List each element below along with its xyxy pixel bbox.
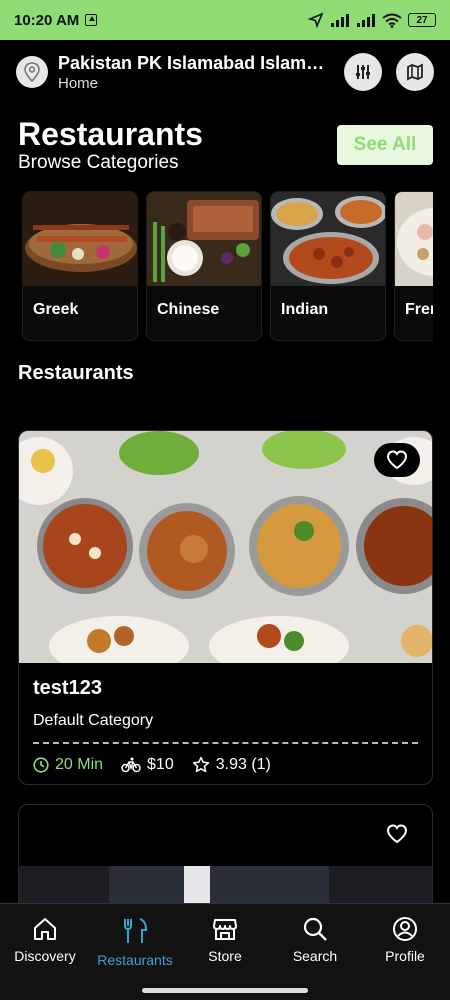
nav-label: Discovery: [14, 948, 76, 964]
restaurant-info: test123 Default Category 20 Min $10 3.93…: [19, 663, 432, 784]
home-icon: [34, 918, 56, 940]
restaurants-heading: Restaurants: [18, 362, 134, 384]
page-subtitle: Browse Categories: [18, 152, 179, 173]
nav-label: Restaurants: [97, 952, 173, 968]
french-food-image: [395, 192, 433, 286]
nav-label: Store: [208, 948, 242, 964]
location-header: Pakistan PK Islamabad Islamabad Capital …: [0, 44, 450, 100]
signal-icon-2: [357, 14, 375, 27]
fork-knife-icon: [124, 918, 148, 943]
category-label: Greek: [33, 301, 79, 318]
category-card-chinese[interactable]: Chinese: [146, 191, 262, 341]
category-label: French: [405, 301, 433, 318]
sliders-icon: [356, 65, 370, 79]
rating: 3.93 (1): [192, 756, 271, 774]
map-icon: [407, 63, 423, 81]
delivery-fee-text: $10: [147, 756, 174, 773]
map-button[interactable]: [396, 53, 434, 91]
location-subtitle: Home: [58, 74, 99, 92]
category-card-french[interactable]: French: [394, 191, 433, 341]
status-bar: 10:20 AM 27: [0, 0, 450, 40]
heart-icon: [386, 450, 408, 470]
filter-button[interactable]: [344, 53, 382, 91]
status-time: 10:20 AM: [14, 11, 80, 29]
restaurant-name: test123: [33, 677, 102, 699]
category-label: Chinese: [157, 301, 220, 318]
divider: [33, 742, 418, 744]
store-icon: [213, 919, 237, 940]
restaurant-meta: 20 Min $10 3.93 (1): [33, 756, 418, 774]
category-card-indian[interactable]: Indian: [270, 191, 386, 341]
indian-food-image: [271, 192, 385, 286]
page-title: Restaurants: [18, 116, 203, 152]
upload-notification-icon: [85, 14, 98, 26]
restaurant-card[interactable]: test123 Default Category 20 Min $10 3.93…: [18, 430, 433, 785]
location-info[interactable]: Pakistan PK Islamabad Islamabad Capital …: [58, 52, 333, 92]
home-indicator[interactable]: [142, 988, 308, 993]
delivery-fee: $10: [121, 756, 174, 774]
favorite-button[interactable]: [374, 817, 420, 851]
signal-icon: [331, 14, 349, 27]
location-arrow-icon: [308, 12, 324, 28]
nav-store[interactable]: Store: [180, 916, 270, 968]
restaurant-image: [19, 866, 432, 913]
favorite-button[interactable]: [374, 443, 420, 477]
greek-food-image: [23, 192, 137, 286]
restaurant-image: [19, 431, 432, 663]
clock-icon: [33, 757, 49, 773]
see-all-button[interactable]: See All: [337, 125, 433, 165]
nav-restaurants[interactable]: Restaurants: [90, 916, 180, 968]
delivery-time-text: 20 Min: [55, 756, 104, 773]
search-icon: [303, 917, 327, 941]
category-card-greek[interactable]: Greek: [22, 191, 138, 341]
wifi-icon: [382, 13, 402, 28]
location-pin-icon[interactable]: [16, 56, 48, 88]
delivery-time: 20 Min: [33, 756, 103, 774]
nav-discovery[interactable]: Discovery: [0, 916, 90, 968]
nav-profile[interactable]: Profile: [360, 916, 450, 968]
battery-icon: 27: [408, 13, 436, 27]
location-title: Pakistan PK Islamabad Islamabad Capital …: [58, 52, 333, 73]
nav-search[interactable]: Search: [270, 916, 360, 968]
nav-label: Profile: [385, 948, 425, 964]
category-carousel[interactable]: Greek Chinese Indian Fre: [22, 191, 433, 343]
bicycle-icon: [121, 757, 141, 773]
bottom-navigation: Discovery Restaurants Store Search Profi…: [0, 903, 450, 1000]
category-label: Indian: [281, 301, 329, 318]
profile-icon: [393, 917, 417, 941]
heart-icon: [386, 824, 408, 844]
restaurant-category: Default Category: [33, 712, 154, 729]
nav-label: Search: [292, 948, 338, 964]
star-icon: [192, 756, 209, 773]
chinese-food-image: [147, 192, 261, 286]
restaurant-card[interactable]: [18, 804, 433, 914]
rating-text: 3.93 (1): [215, 756, 271, 773]
